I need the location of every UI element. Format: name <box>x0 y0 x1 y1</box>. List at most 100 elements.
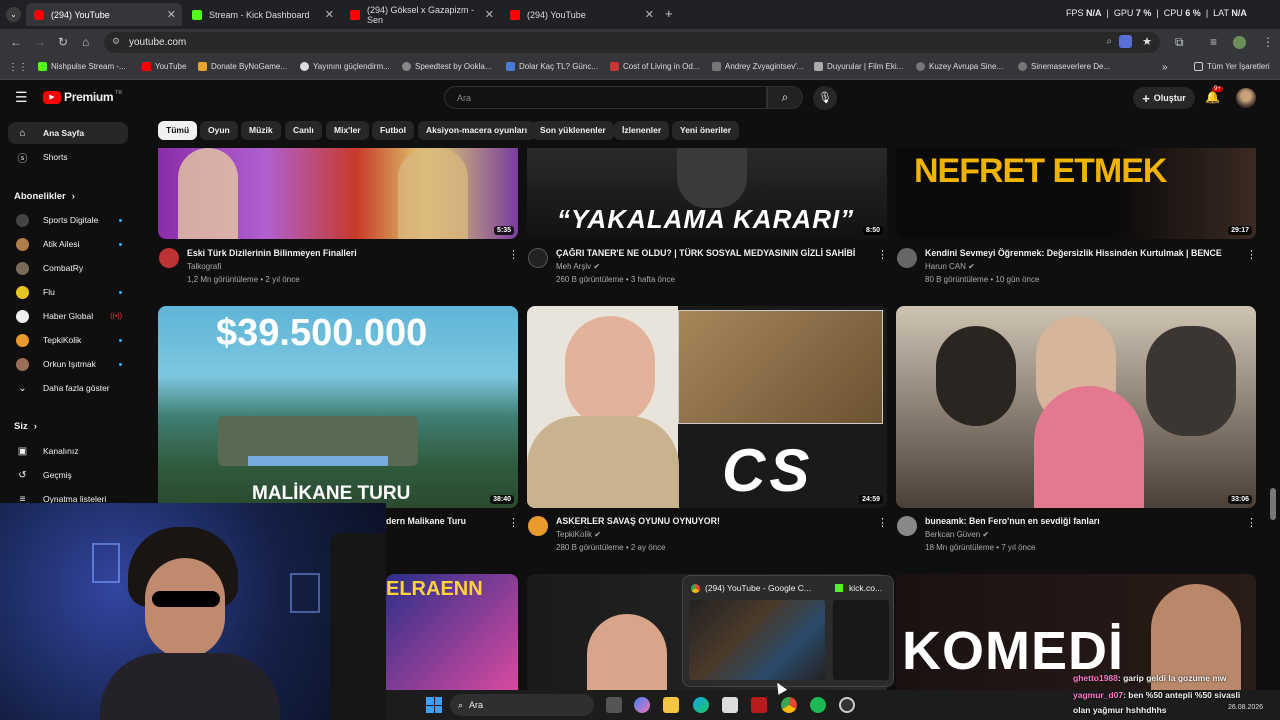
tab-groups-icon[interactable]: ≡ <box>1210 35 1217 49</box>
sidebar-item-atik-ailesi[interactable]: Atik Ailesi <box>8 233 128 255</box>
channel-avatar[interactable] <box>528 248 548 268</box>
video-thumbnail[interactable]: “YAKALAMA KARARI” 8:50 <box>527 148 887 239</box>
address-bar[interactable]: ⚙ youtube.com ⌕ ★ <box>104 32 1160 53</box>
close-icon[interactable]: ✕ <box>485 8 494 21</box>
sidebar-item-sports-digitale[interactable]: Sports Digitale <box>8 209 128 231</box>
page-scrollbar[interactable] <box>1270 488 1276 520</box>
tab-youtube[interactable]: (294) YouTube ✕ <box>26 3 182 26</box>
video-thumbnail[interactable]: NEFRET ETMEK 29:17 <box>896 148 1256 239</box>
sidebar-item-tepkikolik[interactable]: TepkiKolik <box>8 329 128 351</box>
bookmark-item[interactable]: Andrey Zvyagintsev'... <box>712 62 803 71</box>
video-title[interactable]: Eski Türk Dizilerinin Bilinmeyen Finalle… <box>187 248 497 258</box>
video-thumbnail[interactable]: $39.500.000 MALİKANE TURU 38:40 <box>158 306 518 508</box>
sidebar-item-history[interactable]: ↺ Geçmiş <box>8 464 128 486</box>
chip-new[interactable]: Yeni öneriler <box>672 121 740 140</box>
back-icon[interactable]: ← <box>10 35 22 49</box>
taskbar-preview-popup[interactable]: (294) YouTube - Google C... kick.co... <box>682 575 894 687</box>
chevron-right-icon[interactable]: » <box>1162 62 1168 73</box>
channel-name[interactable]: TepkiKolik ✔ <box>556 530 601 539</box>
chip-watched[interactable]: İzlenenler <box>614 121 670 140</box>
reload-icon[interactable]: ↻ <box>58 35 68 49</box>
video-thumbnail[interactable]: 33:06 <box>896 306 1256 508</box>
chip-music[interactable]: Müzik <box>241 121 281 140</box>
extensions-icon[interactable]: ⧉ <box>1175 35 1184 50</box>
video-title[interactable]: Kendini Sevmeyi Öğrenmek: Değersizlik Hi… <box>925 248 1237 258</box>
create-button[interactable]: + Oluştur <box>1133 87 1195 109</box>
bookmark-item[interactable]: Sinemaseverlere De... <box>1018 62 1110 71</box>
more-options-icon[interactable]: ⋮ <box>877 516 888 529</box>
more-options-icon[interactable]: ⋮ <box>508 248 519 261</box>
close-icon[interactable]: ✕ <box>645 8 654 21</box>
more-options-icon[interactable]: ⋮ <box>1246 516 1257 529</box>
sidebar-item-orkun-isitmak[interactable]: Orkun Işıtmak <box>8 353 128 375</box>
more-options-icon[interactable]: ⋮ <box>877 248 888 261</box>
voice-search-button[interactable]: 🎙 <box>813 86 837 110</box>
channel-name[interactable]: Berkcan Güven ✔ <box>925 530 989 539</box>
close-icon[interactable]: ✕ <box>167 8 176 21</box>
chip-mixes[interactable]: Mix'ler <box>326 121 369 140</box>
extension-icon[interactable] <box>1119 35 1132 48</box>
sidebar-item-home[interactable]: ⌂ Ana Sayfa <box>8 122 128 144</box>
bookmark-item[interactable]: Yayınını güçlendirm... <box>300 62 390 71</box>
spotify-icon[interactable] <box>810 697 826 713</box>
chip-action-adventure[interactable]: Aksiyon-macera oyunları <box>418 121 536 140</box>
channel-avatar[interactable] <box>159 248 179 268</box>
chip-all[interactable]: Tümü <box>158 121 198 140</box>
sidebar-subscriptions-header[interactable]: Abonelikler › <box>8 185 128 207</box>
video-thumbnail[interactable]: 5:35 <box>158 148 518 239</box>
sidebar-item-haber-global[interactable]: Haber Global ((•)) <box>8 305 128 327</box>
profile-avatar[interactable] <box>1233 36 1246 49</box>
sidebar-item-your-channel[interactable]: ▣ Kanalınız <box>8 440 128 462</box>
chip-recent[interactable]: Son yüklenenler <box>532 121 614 140</box>
menu-icon[interactable]: ☰ <box>15 89 28 106</box>
tab-search-button[interactable]: ⌄ <box>6 7 21 22</box>
bookmark-item[interactable]: Donate ByNoGame... <box>198 62 287 71</box>
close-icon[interactable]: ✕ <box>325 8 334 21</box>
channel-name[interactable]: Harun CAN ✔ <box>925 262 975 271</box>
sidebar-item-combatry[interactable]: CombatRy <box>8 257 128 279</box>
sidebar-you-header[interactable]: Siz › <box>8 415 128 437</box>
more-options-icon[interactable]: ⋮ <box>1246 248 1257 261</box>
zoom-icon[interactable]: ⌕ <box>1106 36 1112 47</box>
copilot-icon[interactable] <box>634 697 650 713</box>
video-title[interactable]: ASKERLER SAVAŞ OYUNU OYNUYOR! <box>556 516 868 526</box>
channel-avatar[interactable] <box>897 516 917 536</box>
sidebar-item-flu[interactable]: Flu <box>8 281 128 303</box>
video-title[interactable]: dern Malikane Turu <box>386 516 498 526</box>
star-icon[interactable]: ★ <box>1142 35 1152 48</box>
new-tab-button[interactable]: + <box>665 6 673 21</box>
task-view-icon[interactable] <box>606 697 622 713</box>
bookmark-item[interactable]: Nishpulse Stream -... <box>38 62 126 71</box>
bookmark-item[interactable]: YouTube <box>142 62 186 71</box>
file-explorer-icon[interactable] <box>663 697 679 713</box>
sidebar-item-shorts[interactable]: ⓢ Shorts <box>8 146 128 168</box>
video-title[interactable]: buneamk: Ben Fero'nun en sevdiği fanları <box>925 516 1237 526</box>
notifications-button[interactable]: 🔔 9+ <box>1205 86 1223 104</box>
tab-youtube-2[interactable]: (294) YouTube ✕ <box>502 3 660 26</box>
channel-avatar[interactable] <box>528 516 548 536</box>
chip-game[interactable]: Oyun <box>200 121 238 140</box>
apps-icon[interactable]: ⋮⋮ <box>8 62 28 73</box>
avatar[interactable] <box>1236 88 1256 108</box>
bookmark-item[interactable]: Speedtest by Ookla... <box>402 62 492 71</box>
bookmark-item[interactable]: Dolar Kaç TL? Günc... <box>506 62 598 71</box>
search-button[interactable]: ⌕ <box>767 86 803 109</box>
tab-goksel[interactable]: (294) Göksel x Gazapizm - Sen ✕ <box>342 3 500 26</box>
all-bookmarks[interactable]: Tüm Yer İşaretleri <box>1194 62 1270 71</box>
video-thumbnail[interactable]: ELRAENN <box>386 574 518 690</box>
sidebar-show-more[interactable]: ⌄ Daha fazla göster <box>8 377 128 399</box>
forward-icon[interactable]: → <box>34 35 46 49</box>
channel-avatar[interactable] <box>897 248 917 268</box>
store-icon[interactable] <box>722 697 738 713</box>
taskbar-search[interactable]: ⌕ Ara <box>450 694 594 716</box>
bookmark-item[interactable]: Kuzey Avrupa Sine... <box>916 62 1003 71</box>
youtube-logo[interactable]: ▶ Premium TR <box>43 90 122 104</box>
chip-live[interactable]: Canlı <box>285 121 322 140</box>
video-thumbnail[interactable]: CS 24:59 <box>527 306 887 508</box>
bookmark-item[interactable]: Duyurular | Film Eki... <box>814 62 903 71</box>
chip-football[interactable]: Futbol <box>372 121 414 140</box>
browser-menu-icon[interactable]: ⋮ <box>1262 35 1274 49</box>
site-info-icon[interactable]: ⚙ <box>112 36 120 47</box>
tab-kick-dashboard[interactable]: Stream - Kick Dashboard ✕ <box>184 3 340 26</box>
channel-name[interactable]: Meh Arşiv ✔ <box>556 262 600 271</box>
